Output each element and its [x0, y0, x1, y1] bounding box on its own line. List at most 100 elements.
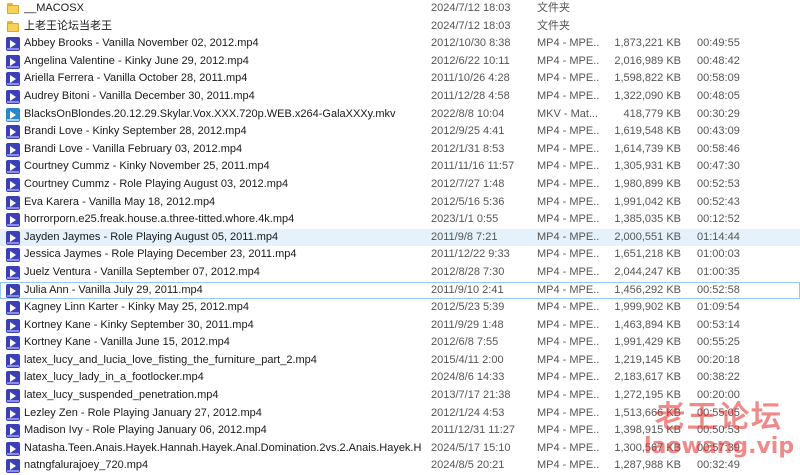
file-type: MP4 - MPE...	[537, 160, 599, 173]
file-date-modified: 2022/8/8 10:04	[431, 107, 505, 120]
file-size: 1,272,195 KB	[614, 389, 681, 402]
file-icon-cell	[6, 353, 20, 368]
file-duration: 01:00:03	[697, 248, 740, 261]
file-type: MP4 - MPE...	[537, 54, 599, 67]
file-type: MP4 - MPE...	[537, 248, 599, 261]
file-duration: 00:49:55	[697, 37, 740, 50]
file-date-modified: 2012/6/8 7:55	[431, 336, 499, 349]
file-type: MP4 - MPE...	[537, 459, 599, 472]
file-row[interactable]: Kagney Linn Karter - Kinky May 25, 2012.…	[0, 299, 800, 317]
file-row[interactable]: BlacksOnBlondes.20.12.29.Skylar.Vox.XXX.…	[0, 106, 800, 124]
video-file-icon	[6, 265, 20, 280]
file-row[interactable]: latex_lucy_and_lucia_love_fisting_the_fu…	[0, 352, 800, 370]
file-row[interactable]: latex_lucy_lady_in_a_footlocker.mp4 2024/…	[0, 369, 800, 387]
file-duration: 00:57:39	[697, 441, 740, 454]
file-row[interactable]: Kortney Kane - Kinky September 30, 2011.…	[0, 317, 800, 335]
file-icon-cell	[6, 72, 20, 87]
file-date-modified: 2024/7/12 18:03	[431, 2, 511, 14]
video-file-icon	[6, 459, 20, 474]
file-name: Kortney Kane - Vanilla June 15, 2012.mp4	[24, 336, 230, 349]
video-file-icon	[6, 125, 20, 140]
file-icon-cell	[6, 107, 20, 122]
file-size: 1,456,292 KB	[614, 283, 681, 296]
file-row[interactable]: Julia Ann - Vanilla July 29, 2011.mp4 201…	[0, 281, 800, 300]
file-row[interactable]: horrorporn.e25.freak.house.a.three-titte…	[0, 211, 800, 229]
file-size: 2,044,247 KB	[614, 265, 681, 278]
file-date-modified: 2023/1/1 0:55	[431, 213, 499, 226]
video-file-icon	[6, 177, 20, 192]
file-row[interactable]: Kortney Kane - Vanilla June 15, 2012.mp4…	[0, 334, 800, 352]
file-size: 1,598,822 KB	[614, 72, 681, 85]
file-size: 1,991,042 KB	[614, 195, 681, 208]
file-row[interactable]: Natasha.Teen.Anais.Hayek.Hannah.Hayek.An…	[0, 440, 800, 458]
file-name: Brandi Love - Kinky September 28, 2012.m…	[24, 125, 247, 138]
file-row[interactable]: Eva Karera - Vanilla May 18, 2012.mp4 201…	[0, 194, 800, 212]
file-size: 1,305,931 KB	[614, 160, 681, 173]
video-file-icon	[6, 89, 20, 104]
file-icon-cell	[6, 406, 20, 421]
file-date-modified: 2011/9/10 2:41	[431, 283, 504, 296]
file-row[interactable]: Madison Ivy - Role Playing January 06, 2…	[0, 422, 800, 440]
file-row[interactable]: __MACOSX 2024/7/12 18:03 文件夹	[0, 0, 800, 18]
file-date-modified: 2012/9/25 4:41	[431, 125, 505, 138]
folder-icon	[6, 20, 20, 34]
file-row[interactable]: Juelz Ventura - Vanilla September 07, 20…	[0, 264, 800, 282]
file-type: MP4 - MPE...	[537, 336, 599, 349]
file-date-modified: 2011/12/22 9:33	[431, 248, 510, 261]
file-duration: 00:48:05	[697, 89, 740, 102]
file-icon-cell	[6, 459, 20, 474]
file-duration: 00:53:14	[697, 318, 740, 331]
file-size: 1,991,429 KB	[614, 336, 681, 349]
file-row[interactable]: latex_lucy_suspended_penetration.mp4 2013…	[0, 387, 800, 405]
file-name: Eva Karera - Vanilla May 18, 2012.mp4	[24, 195, 216, 208]
file-date-modified: 2011/12/28 4:58	[431, 89, 510, 102]
file-name: latex_lucy_and_lucia_love_fisting_the_fu…	[24, 353, 317, 366]
file-size: 1,980,899 KB	[614, 177, 681, 190]
file-size: 1,873,221 KB	[614, 37, 681, 50]
file-type: MP4 - MPE...	[537, 389, 599, 402]
file-size: 1,513,666 KB	[614, 406, 681, 419]
file-row[interactable]: Courtney Cummz - Role Playing August 03,…	[0, 176, 800, 194]
file-date-modified: 2011/9/8 7:21	[431, 230, 498, 243]
file-duration: 00:30:29	[697, 107, 740, 120]
file-row[interactable]: Jayden Jaymes - Role Playing August 05, …	[0, 228, 800, 247]
file-row[interactable]: Brandi Love - Vanilla February 03, 2012.…	[0, 141, 800, 159]
video-file-icon	[6, 37, 20, 52]
file-date-modified: 2012/1/31 8:53	[431, 142, 505, 155]
file-name: Lezley Zen - Role Playing January 27, 20…	[24, 406, 262, 419]
file-size: 1,385,035 KB	[614, 213, 681, 226]
file-type: MP4 - MPE...	[537, 37, 599, 50]
file-type: MP4 - MPE...	[537, 441, 599, 454]
file-name: __MACOSX	[24, 2, 84, 14]
file-size: 1,300,567 KB	[614, 441, 681, 454]
file-name: Ariella Ferrera - Vanilla October 28, 20…	[24, 72, 248, 85]
file-name: Courtney Cummz - Kinky November 25, 2011…	[24, 160, 270, 173]
file-type: MP4 - MPE...	[537, 213, 599, 226]
video-file-icon	[6, 389, 20, 404]
video-file-icon	[6, 160, 20, 175]
file-row[interactable]: Brandi Love - Kinky September 28, 2012.m…	[0, 123, 800, 141]
file-icon-cell	[6, 248, 20, 263]
file-row[interactable]: Audrey Bitoni - Vanilla December 30, 201…	[0, 88, 800, 106]
file-row[interactable]: Courtney Cummz - Kinky November 25, 2011…	[0, 158, 800, 176]
file-row[interactable]: natngfalurajoey_720.mp4 2024/8/5 20:21 MP4…	[0, 457, 800, 475]
file-icon-cell	[6, 424, 20, 439]
file-duration: 00:12:52	[697, 213, 740, 226]
file-icon-cell	[6, 142, 20, 157]
file-row[interactable]: Lezley Zen - Role Playing January 27, 20…	[0, 405, 800, 423]
file-type: MP4 - MPE...	[537, 371, 599, 384]
file-list: __MACOSX 2024/7/12 18:03 文件夹 上老王论坛当老王 2024/7…	[0, 0, 800, 475]
file-size: 2,000,551 KB	[614, 230, 681, 243]
file-row[interactable]: 上老王论坛当老王 2024/7/12 18:03 文件夹	[0, 18, 800, 36]
file-type: MP4 - MPE...	[537, 283, 599, 296]
video-file-icon	[6, 424, 20, 439]
file-size: 1,999,902 KB	[614, 301, 681, 314]
file-name: BlacksOnBlondes.20.12.29.Skylar.Vox.XXX.…	[24, 107, 396, 120]
file-row[interactable]: Abbey Brooks - Vanilla November 02, 2012…	[0, 35, 800, 53]
file-type: MP4 - MPE...	[537, 265, 599, 278]
video-file-icon	[6, 54, 20, 69]
file-row[interactable]: Jessica Jaymes - Role Playing December 2…	[0, 246, 800, 264]
file-row[interactable]: Angelina Valentine - Kinky June 29, 2012…	[0, 53, 800, 71]
video-file-icon	[6, 72, 20, 87]
file-row[interactable]: Ariella Ferrera - Vanilla October 28, 20…	[0, 70, 800, 88]
